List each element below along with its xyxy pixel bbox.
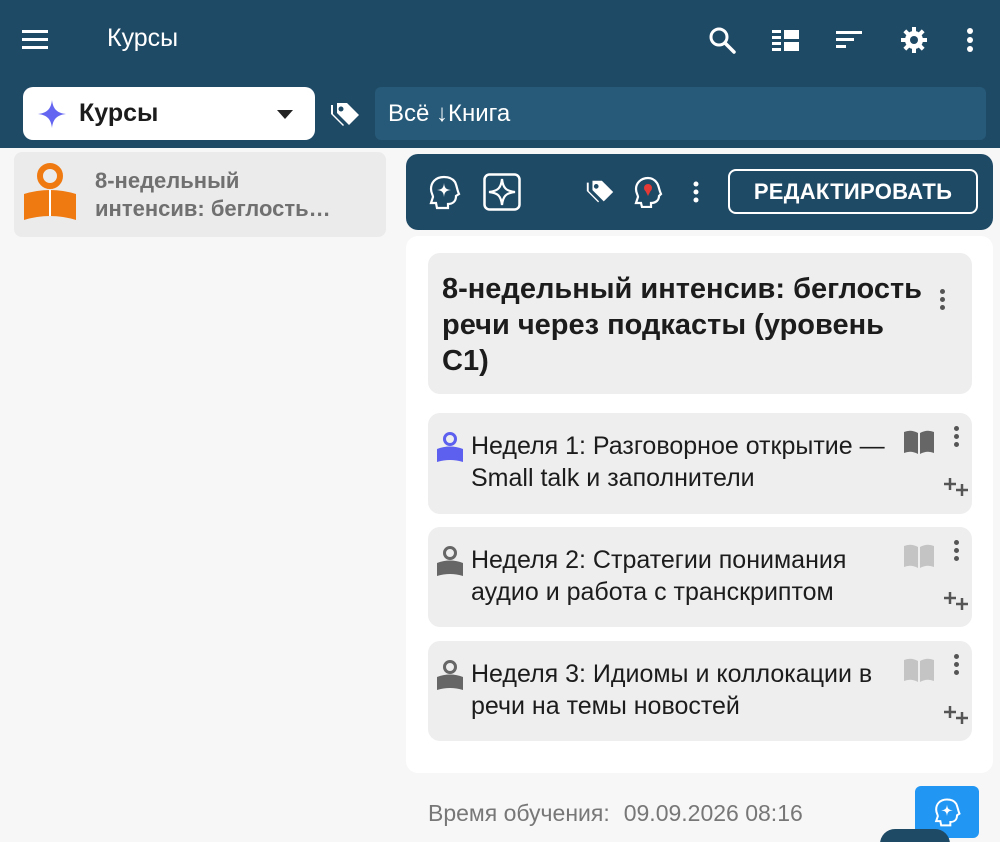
week-card-3[interactable]: Неделя 3: Идиомы и коллокации в речи на … bbox=[428, 641, 972, 741]
add-item-icon[interactable] bbox=[944, 704, 972, 731]
week-card-1[interactable]: Неделя 1: Разговорное открытие — Small t… bbox=[428, 413, 972, 514]
book-outline-icon[interactable] bbox=[902, 657, 936, 688]
head-sparkle-icon bbox=[932, 797, 962, 827]
tags-icon[interactable] bbox=[580, 172, 620, 212]
bottom-handle[interactable] bbox=[880, 829, 950, 842]
more-vert-icon[interactable] bbox=[952, 22, 988, 58]
course-title: 8-недельный интенсив: беглость речи чере… bbox=[442, 273, 923, 377]
more-vert-icon[interactable] bbox=[932, 286, 952, 312]
week-title: Неделя 2: Стратегии понимания аудио и ра… bbox=[471, 546, 847, 606]
learner-book-icon bbox=[436, 545, 466, 584]
sparkle-box-icon[interactable] bbox=[482, 172, 522, 212]
week-title: Неделя 3: Идиомы и коллокации в речи на … bbox=[471, 660, 873, 720]
page-title: Курсы bbox=[107, 24, 179, 52]
view-toggle-icon[interactable] bbox=[768, 22, 804, 58]
learner-book-icon bbox=[22, 160, 88, 231]
learner-book-icon bbox=[436, 431, 466, 470]
add-item-icon[interactable] bbox=[944, 590, 972, 617]
more-vert-icon[interactable] bbox=[946, 423, 966, 449]
detail-toolbar: РЕДАКТИРОВАТЬ bbox=[406, 154, 993, 230]
course-type-label: Курсы bbox=[79, 99, 159, 127]
course-type-dropdown[interactable]: Курсы bbox=[23, 87, 315, 140]
menu-icon[interactable] bbox=[18, 22, 54, 58]
add-item-icon[interactable] bbox=[944, 476, 972, 503]
head-pin-icon[interactable] bbox=[628, 172, 668, 212]
book-icon[interactable] bbox=[902, 429, 936, 460]
more-vert-icon[interactable] bbox=[676, 172, 716, 212]
week-card-2[interactable]: Неделя 2: Стратегии понимания аудио и ра… bbox=[428, 527, 972, 627]
course-detail-panel: 8-недельный интенсив: беглость речи чере… bbox=[406, 236, 993, 773]
app-bar: Курсы Курсы Всё ↓Книга bbox=[0, 0, 1000, 148]
more-vert-icon[interactable] bbox=[946, 537, 966, 563]
week-title: Неделя 1: Разговорное открытие — Small t… bbox=[471, 432, 885, 492]
book-outline-icon[interactable] bbox=[902, 543, 936, 574]
filter-field[interactable]: Всё ↓Книга bbox=[375, 87, 986, 140]
course-header-card: 8-недельный интенсив: беглость речи чере… bbox=[428, 253, 972, 394]
sparkle-icon bbox=[37, 99, 67, 129]
study-time-label: Время обучения: bbox=[428, 800, 610, 826]
sort-icon[interactable] bbox=[832, 22, 868, 58]
tags-icon[interactable] bbox=[328, 98, 362, 132]
head-sparkle-icon[interactable] bbox=[424, 172, 464, 212]
chevron-down-icon bbox=[277, 110, 293, 119]
search-icon[interactable] bbox=[704, 22, 740, 58]
learner-book-icon bbox=[436, 659, 466, 698]
sidebar-item-course[interactable]: 8-недельный интенсив: беглость… bbox=[14, 152, 386, 237]
edit-button[interactable]: РЕДАКТИРОВАТЬ bbox=[728, 169, 978, 214]
study-time-value: 09.09.2026 08:16 bbox=[623, 800, 803, 826]
sidebar-item-label: 8-недельный интенсив: беглость… bbox=[95, 168, 331, 221]
more-vert-icon[interactable] bbox=[946, 651, 966, 677]
study-time: Время обучения: 09.09.2026 08:16 bbox=[428, 800, 803, 827]
gear-icon[interactable] bbox=[896, 22, 932, 58]
